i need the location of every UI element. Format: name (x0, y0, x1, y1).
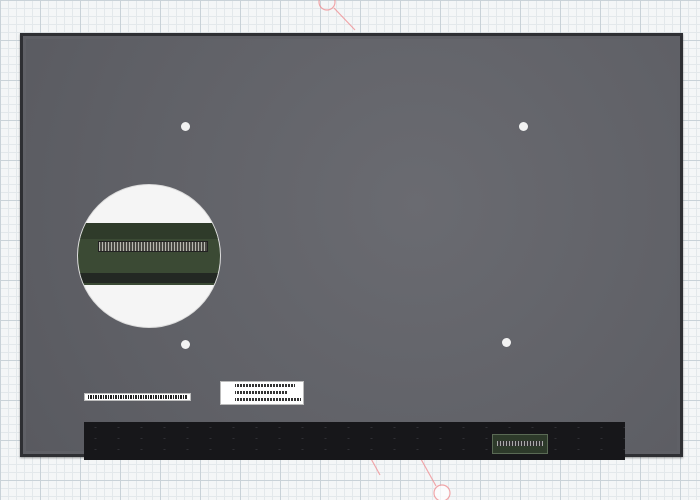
driver-board-strip (84, 422, 625, 460)
barcode-label-left (84, 393, 191, 401)
bottom-connector (492, 434, 548, 454)
barcode-line-1 (235, 384, 295, 387)
connector-pins (497, 441, 543, 446)
edp-connector (98, 241, 208, 252)
mounting-hole-bottom-right (502, 338, 511, 347)
mounting-hole-bottom-left (181, 340, 190, 349)
pcb-flex-strip (78, 273, 220, 283)
connector-zoom-inset (77, 184, 221, 328)
barcode-line-2 (235, 391, 287, 394)
barcode (88, 395, 187, 399)
mounting-hole-top-left (181, 122, 190, 131)
mounting-hole-top-right (519, 122, 528, 131)
barcode-label-right (220, 381, 304, 405)
pcb-edge (78, 223, 220, 239)
lcd-panel (20, 33, 683, 460)
barcode-line-3 (235, 398, 301, 401)
panel-surface (26, 39, 677, 460)
